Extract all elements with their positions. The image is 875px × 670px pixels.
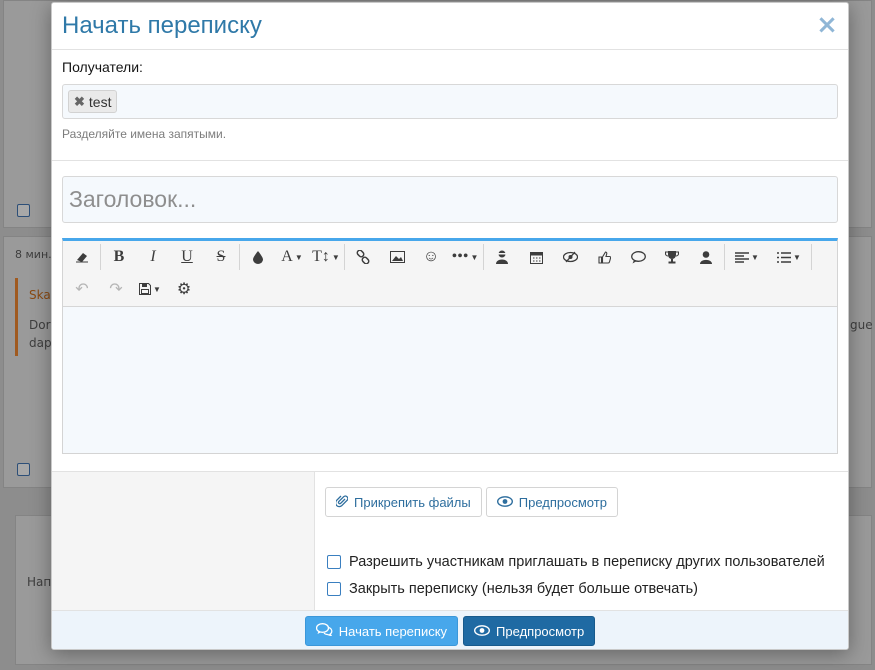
toolbar-divider <box>483 244 484 270</box>
title-placeholder: Заголовок... <box>69 186 197 212</box>
message-section: Заголовок... B I U S A ▼ T↕ ▼ ☺ ••• ▼ ▼ … <box>52 161 848 472</box>
link-icon[interactable] <box>346 241 380 273</box>
like-icon[interactable] <box>587 241 621 273</box>
text-style-icon[interactable]: T↕ ▼ <box>309 241 343 273</box>
remove-token-icon[interactable]: ✖ <box>74 94 85 110</box>
user-icon[interactable] <box>689 241 723 273</box>
attach-files-button[interactable]: Прикрепить файлы <box>325 487 482 517</box>
toolbar-divider <box>811 244 812 270</box>
checkbox[interactable] <box>327 554 341 569</box>
toolbar-divider <box>344 244 345 270</box>
strike-icon[interactable]: S <box>204 241 238 273</box>
recipients-section: Получатели: ✖ test Разделяйте имена запя… <box>52 50 848 161</box>
paperclip-icon <box>334 494 349 511</box>
dialog-footer: Начать переписку Предпросмотр <box>52 611 848 649</box>
bg-text-line: dap <box>29 336 52 350</box>
color-icon[interactable] <box>241 241 275 273</box>
save-draft-icon[interactable]: ▼ <box>133 273 167 305</box>
bg-editor-placeholder: Нап <box>27 575 52 589</box>
preview-label: Предпросмотр <box>518 494 607 510</box>
quote-icon[interactable] <box>621 241 655 273</box>
more-icon[interactable]: ••• ▼ <box>448 241 482 273</box>
bg-checkbox <box>17 204 30 217</box>
eraser-icon[interactable] <box>65 241 99 273</box>
option-label: Разрешить участникам приглашать в перепи… <box>349 553 825 570</box>
comments-icon <box>315 623 333 639</box>
preview-button[interactable]: Предпросмотр <box>485 487 618 517</box>
recipients-label: Получатели: <box>62 59 143 75</box>
dialog-header: Начать переписку × <box>52 3 848 50</box>
image-icon[interactable] <box>380 241 414 273</box>
align-icon[interactable]: ▼ <box>726 241 768 273</box>
footer-preview-button[interactable]: Предпросмотр <box>463 616 596 646</box>
bg-time: 8 мин. <box>15 248 52 261</box>
option-allow-invite[interactable]: Разрешить участникам приглашать в перепи… <box>325 548 838 575</box>
trophy-icon[interactable] <box>655 241 689 273</box>
start-conversation-label: Начать переписку <box>338 623 448 639</box>
recipients-hint: Разделяйте имена запятыми. <box>62 127 227 141</box>
redo-icon[interactable]: ↷ <box>99 273 133 305</box>
message-editor: B I U S A ▼ T↕ ▼ ☺ ••• ▼ ▼ ▼ ↶ ↷ ▼ ⚙ <box>62 238 838 454</box>
options-panel: Прикрепить файлы Предпросмотр Разрешить … <box>315 472 848 610</box>
start-conversation-button[interactable]: Начать переписку <box>304 616 459 646</box>
bold-icon[interactable]: B <box>102 241 136 273</box>
start-conversation-dialog: Начать переписку × Получатели: ✖ test Ра… <box>51 2 849 650</box>
spoiler-icon[interactable] <box>485 241 519 273</box>
undo-icon[interactable]: ↶ <box>65 273 99 305</box>
close-icon[interactable]: × <box>816 12 838 38</box>
recipients-input[interactable]: ✖ test <box>62 84 838 119</box>
settings-icon[interactable]: ⚙ <box>167 273 201 305</box>
toolbar-divider <box>724 244 725 270</box>
bg-text-line: Dor <box>29 318 51 332</box>
bg-checkbox <box>17 463 30 476</box>
italic-icon[interactable]: I <box>136 241 170 273</box>
calendar-icon[interactable] <box>519 241 553 273</box>
footer-preview-label: Предпросмотр <box>496 623 585 639</box>
eye-icon <box>474 624 491 639</box>
checkbox[interactable] <box>327 581 341 596</box>
bg-quote-bar <box>15 278 18 356</box>
hide-icon[interactable] <box>553 241 587 273</box>
editor-toolbar: B I U S A ▼ T↕ ▼ ☺ ••• ▼ ▼ ▼ ↶ ↷ ▼ ⚙ <box>63 241 837 307</box>
toolbar-divider <box>239 244 240 270</box>
attachment-buttons: Прикрепить файлы Предпросмотр <box>325 487 838 517</box>
message-body-input[interactable] <box>63 307 837 455</box>
eye-icon <box>496 495 513 510</box>
attach-files-label: Прикрепить файлы <box>354 494 471 510</box>
attachments-options-section: Прикрепить файлы Предпросмотр Разрешить … <box>52 472 848 611</box>
bg-text-fragment: gue i <box>850 318 875 332</box>
underline-icon[interactable]: U <box>170 241 204 273</box>
recipient-token[interactable]: ✖ test <box>68 90 118 113</box>
dialog-title: Начать переписку <box>62 12 262 39</box>
option-label: Закрыть переписку (нельзя будет больше о… <box>349 580 698 597</box>
option-lock-conversation[interactable]: Закрыть переписку (нельзя будет больше о… <box>325 575 838 602</box>
title-input[interactable]: Заголовок... <box>62 176 838 223</box>
recipient-token-label: test <box>88 93 112 110</box>
toolbar-divider <box>100 244 101 270</box>
section-side-panel <box>52 472 315 610</box>
conversation-options: Разрешить участникам приглашать в перепи… <box>325 548 838 602</box>
list-icon[interactable]: ▼ <box>768 241 810 273</box>
font-size-icon[interactable]: A ▼ <box>275 241 309 273</box>
smile-icon[interactable]: ☺ <box>414 241 448 273</box>
